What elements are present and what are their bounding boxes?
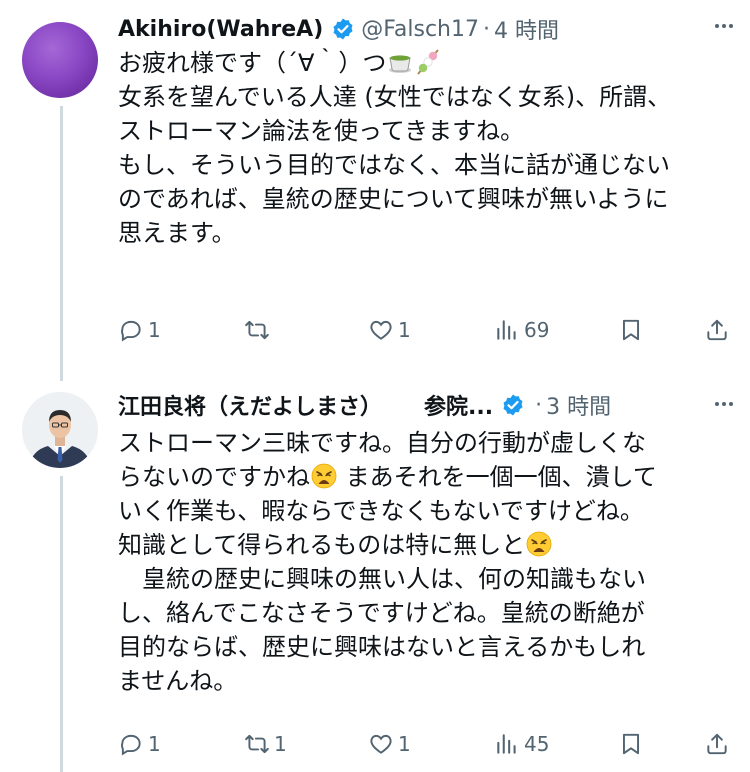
reply-button[interactable]: 1	[118, 312, 161, 348]
repost-icon	[245, 734, 269, 754]
more-icon[interactable]	[706, 8, 742, 44]
tweet-text: お疲れ様です（´∀｀）つ 女系を望んでいる人達 (女性ではなく女系)、所謂、 ス…	[118, 46, 728, 250]
dango-emoji	[417, 49, 440, 75]
like-count: 1	[398, 732, 411, 756]
author-handle[interactable]: @Falsch17	[361, 17, 479, 42]
repost-button[interactable]: 1	[244, 726, 287, 762]
action-bar: 1 1 1 45	[118, 726, 738, 762]
bookmark-button[interactable]	[618, 726, 644, 762]
tweet-text: ストローマン三昧ですね。自分の行動が虚しくな らないのですかね まあそれを一個一…	[118, 426, 728, 698]
timestamp[interactable]: 3 時間	[546, 389, 611, 421]
separator-dot: ·	[535, 392, 543, 418]
views-icon	[497, 734, 516, 754]
bookmark-icon	[622, 319, 640, 341]
like-button[interactable]: 1	[368, 726, 411, 762]
repost-button[interactable]	[244, 312, 274, 348]
tweet-header: 江田良将（えだよしまさ） 参院... · 3 時間	[118, 388, 730, 422]
share-button[interactable]	[704, 726, 730, 762]
tweet-text-rest: 女系を望んでいる人達 (女性ではなく女系)、所謂、 ストローマン論法を使ってきま…	[118, 83, 672, 247]
views-button[interactable]: 45	[494, 726, 549, 762]
reply-button[interactable]: 1	[118, 726, 161, 762]
share-button[interactable]	[704, 312, 730, 348]
views-count: 69	[524, 318, 550, 342]
reply-icon	[121, 734, 141, 756]
author-name[interactable]: 江田良将（えだよしまさ）	[118, 389, 382, 421]
like-button[interactable]: 1	[368, 312, 411, 348]
green-tea-emoji	[389, 55, 412, 73]
tweet[interactable]: Akihiro(WahreA) @Falsch17 · 4 時間 お疲れ様です（…	[0, 0, 750, 372]
views-button[interactable]: 69	[494, 312, 549, 348]
bookmark-button[interactable]	[618, 312, 644, 348]
verified-badge-icon	[503, 394, 523, 416]
timestamp[interactable]: 4 時間	[494, 13, 559, 45]
tweet[interactable]: 江田良将（えだよしまさ） 参院... · 3 時間 ストローマン三昧ですね。自分…	[0, 372, 750, 772]
author-name-suffix[interactable]: 参院...	[424, 389, 493, 421]
share-icon	[707, 733, 727, 755]
avatar[interactable]	[22, 22, 98, 98]
like-count: 1	[398, 318, 411, 342]
repost-icon	[245, 320, 269, 340]
weary-face-emoji	[311, 463, 337, 489]
reply-icon	[121, 320, 141, 342]
tweet-text-part: 皇統の歴史に興味の無い人は、何の知識もない し、絡んでこなさそうですけどね。皇統…	[118, 565, 646, 695]
views-count: 45	[524, 732, 550, 756]
reply-count: 1	[148, 318, 161, 342]
author-name[interactable]: Akihiro(WahreA)	[118, 17, 323, 42]
reply-count: 1	[148, 732, 161, 756]
tweet-text-line: お疲れ様です（´∀｀）つ	[118, 49, 387, 77]
verified-badge-icon	[333, 18, 353, 40]
tweet-header: Akihiro(WahreA) @Falsch17 · 4 時間	[118, 12, 730, 46]
like-icon	[370, 320, 392, 340]
separator-dot: ·	[483, 16, 490, 42]
share-icon	[707, 319, 727, 341]
bookmark-icon	[622, 733, 640, 755]
like-icon	[370, 734, 392, 754]
weary-face-emoji	[526, 531, 552, 557]
repost-count: 1	[274, 732, 287, 756]
views-icon	[497, 320, 516, 340]
avatar[interactable]	[22, 392, 98, 468]
action-bar: 1 1 69	[118, 312, 738, 348]
more-icon[interactable]	[706, 386, 742, 422]
